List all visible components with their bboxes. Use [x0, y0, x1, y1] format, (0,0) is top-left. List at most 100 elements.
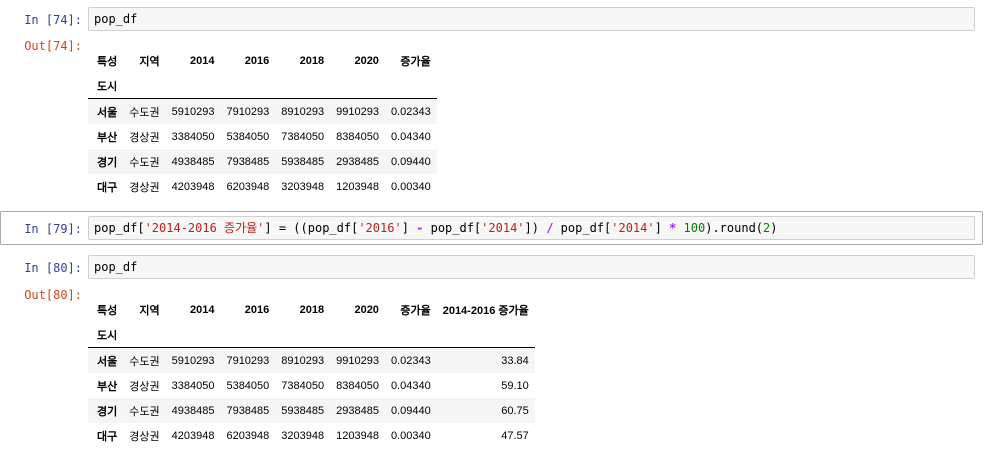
- table-row: 경기 수도권 4938485 7938485 5938485 2938485 0.09440: [88, 149, 437, 174]
- table-cell: 4938485: [171, 404, 215, 417]
- table-cell: 8384050: [336, 379, 379, 392]
- code-input-79[interactable]: pop_df['2014-2016 증가율'] = ((pop_df['2016…: [88, 216, 975, 240]
- empty-header: [436, 322, 535, 348]
- table-cell: 수도권: [129, 106, 160, 119]
- table-cell: 0.00340: [390, 180, 431, 193]
- table-cell: 7384050: [281, 130, 325, 143]
- empty-header: [384, 322, 437, 348]
- dataframe-table: 특성 지역 2014 2016 2018 2020 증가율 도시 서울 수도권 5910293 791…: [88, 48, 437, 199]
- table-cell: 47.57: [501, 429, 529, 442]
- empty-header: [330, 322, 385, 348]
- empty-header: [275, 322, 331, 348]
- row-index: 경기: [97, 405, 118, 418]
- table-row: 부산 경상권 3384050 5384050 7384050 8384050 0.04340…: [88, 373, 535, 398]
- table-cell: 4203948: [171, 180, 215, 193]
- table-cell: 2938485: [336, 404, 379, 417]
- column-header: 2014: [189, 303, 215, 316]
- table-cell: 3203948: [281, 429, 325, 442]
- table-cell: 0.04340: [390, 130, 431, 143]
- table-cell: 2938485: [336, 155, 379, 168]
- code-token: ): [770, 221, 778, 235]
- table-cell: 5910293: [171, 354, 215, 367]
- row-index: 대구: [97, 430, 118, 443]
- empty-header: [275, 73, 331, 99]
- code-token: ]: [401, 221, 417, 235]
- dataframe-output-74: 특성 지역 2014 2016 2018 2020 증가율 도시 서울 수도권 5910293 791…: [88, 48, 437, 199]
- input-prompt-79: In [79]:: [24, 222, 82, 236]
- table-cell: 경상권: [129, 380, 160, 393]
- table-cell: 8910293: [281, 105, 325, 118]
- table-cell: 7910293: [226, 105, 270, 118]
- row-index: 경기: [97, 156, 118, 169]
- table-cell: 60.75: [501, 404, 529, 417]
- row-index: 부산: [97, 380, 118, 393]
- empty-header: [165, 73, 221, 99]
- table-cell: 8910293: [281, 354, 325, 367]
- code-string: '2014-2016 증가율': [144, 221, 265, 235]
- empty-header: [220, 73, 276, 99]
- row-index: 서울: [97, 106, 118, 119]
- table-row: 서울 수도권 5910293 7910293 8910293 9910293 0.02343…: [88, 347, 535, 373]
- output-prompt-74: Out[74]:: [24, 39, 82, 53]
- code-number: 100: [683, 221, 706, 235]
- table-row: 서울 수도권 5910293 7910293 8910293 9910293 0.02343: [88, 98, 437, 124]
- table-cell: 경상권: [129, 181, 160, 194]
- code-input-74[interactable]: pop_df: [88, 7, 975, 31]
- code-token: ] = ((pop_df[: [264, 221, 359, 235]
- table-cell: 0.00340: [390, 429, 431, 442]
- code-token: pop_df[: [94, 221, 145, 235]
- empty-header: [165, 322, 221, 348]
- table-cell: 9910293: [336, 105, 379, 118]
- column-header: 2014: [189, 54, 215, 67]
- row-index: 부산: [97, 131, 118, 144]
- column-header: 증가율: [400, 304, 431, 317]
- empty-header: [330, 73, 385, 99]
- table-row: 대구 경상권 4203948 6203948 3203948 1203948 0.00340…: [88, 423, 535, 448]
- index-name-row: 도시: [88, 322, 535, 348]
- code-token: pop_df[: [423, 221, 482, 235]
- table-cell: 33.84: [501, 354, 529, 367]
- code-token: ]: [654, 221, 670, 235]
- table-cell: 5384050: [226, 130, 270, 143]
- table-cell: 0.02343: [390, 105, 431, 118]
- table-cell: 0.09440: [390, 155, 431, 168]
- table-cell: 0.02343: [390, 354, 431, 367]
- output-prompt-80: Out[80]:: [24, 288, 82, 302]
- table-cell: 0.04340: [390, 379, 431, 392]
- dataframe-output-80: 특성 지역 2014 2016 2018 2020 증가율 2014-2016 증가율 도시 서울…: [88, 297, 535, 448]
- table-row: 경기 수도권 4938485 7938485 5938485 2938485 0.09440…: [88, 398, 535, 423]
- index-name-label: 도시: [88, 73, 124, 99]
- table-cell: 5938485: [281, 155, 325, 168]
- column-header: 2018: [299, 54, 325, 67]
- table-row: 대구 경상권 4203948 6203948 3203948 1203948 0.00340: [88, 174, 437, 199]
- table-cell: 수도권: [129, 156, 160, 169]
- table-cell: 4203948: [171, 429, 215, 442]
- column-header: 증가율: [400, 55, 431, 68]
- column-header: 2020: [354, 54, 379, 67]
- table-cell: 5938485: [281, 404, 325, 417]
- table-cell: 7938485: [226, 155, 270, 168]
- table-cell: 7938485: [226, 404, 270, 417]
- row-index: 대구: [97, 181, 118, 194]
- table-cell: 3203948: [281, 180, 325, 193]
- index-name-row: 도시: [88, 73, 437, 99]
- header-row: 특성 지역 2014 2016 2018 2020 증가율: [88, 48, 437, 73]
- empty-header: [220, 322, 276, 348]
- code-input-80[interactable]: pop_df: [88, 255, 975, 279]
- table-cell: 1203948: [336, 429, 379, 442]
- table-cell: 수도권: [129, 355, 160, 368]
- table-cell: 9910293: [336, 354, 379, 367]
- index-name-label: 도시: [88, 322, 124, 348]
- table-cell: 7910293: [226, 354, 270, 367]
- table-cell: 59.10: [501, 379, 529, 392]
- table-row: 부산 경상권 3384050 5384050 7384050 8384050 0.04340: [88, 124, 437, 149]
- table-cell: 6203948: [226, 429, 270, 442]
- header-row: 특성 지역 2014 2016 2018 2020 증가율 2014-2016 증가율: [88, 297, 535, 322]
- input-prompt-74: In [74]:: [24, 13, 82, 27]
- table-cell: 7384050: [281, 379, 325, 392]
- empty-header: [384, 73, 437, 99]
- column-header: 2014-2016 증가율: [442, 304, 529, 317]
- column-header: 2016: [244, 303, 270, 316]
- column-header: 지역: [139, 55, 160, 68]
